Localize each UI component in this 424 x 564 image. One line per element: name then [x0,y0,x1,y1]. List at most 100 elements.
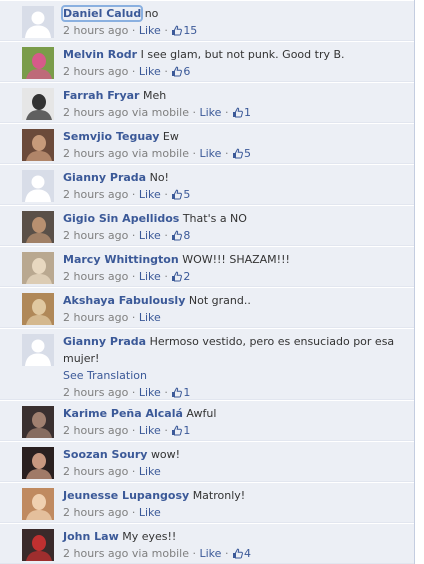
comment-author-link[interactable]: Melvin Rodr [63,48,137,61]
comment-timestamp[interactable]: 2 hours ago [63,65,128,78]
like-button[interactable]: Like [200,547,222,560]
comment-timestamp[interactable]: 2 hours ago [63,465,128,478]
like-count[interactable]: 15 [171,24,197,37]
profile-photo-icon [22,129,54,161]
like-button[interactable]: Like [139,270,161,283]
avatar[interactable] [22,129,54,161]
comment-meta: 2 hours ago · Like [63,506,161,519]
comment-body: Gigio Sin Apellidos That's a NO 2 hours a… [63,210,404,244]
like-count[interactable]: 1 [171,424,190,437]
comment-text: Not grand.. [188,294,251,307]
comment-timestamp[interactable]: 2 hours ago [63,506,128,519]
separator-dot: · [164,188,168,201]
comment-author-link[interactable]: Gigio Sin Apellidos [63,212,179,225]
avatar[interactable] [22,88,54,120]
like-button[interactable]: Like [200,147,222,160]
separator-dot: · [224,106,229,119]
avatar[interactable] [22,334,54,366]
comment-text: no [144,7,159,20]
like-count-value: 1 [183,424,191,437]
like-count-value: 15 [183,24,198,37]
comment-via: via mobile [131,547,189,560]
comment-timestamp[interactable]: 2 hours ago [63,229,128,242]
like-count[interactable]: 6 [171,65,190,78]
comment-body: Melvin Rodr I see glam, but not punk. Go… [63,46,404,80]
like-count[interactable]: 1 [171,386,190,399]
comment-item: Gianny Prada No! 2 hours ago · Like · 5 [0,164,414,205]
comment-item: Gigio Sin Apellidos That's a NO 2 hours a… [0,205,414,246]
separator-dot: · [164,65,168,78]
comment-author-link[interactable]: Jeunesse Lupangosy [63,489,189,502]
comment-timestamp[interactable]: 2 hours ago [63,386,128,399]
comment-author-link[interactable]: Soozan Soury [63,448,147,461]
default-avatar-icon [22,170,54,202]
comment-item: Marcy Whittington WOW!!! SHAZAM!!! 2 hour… [0,246,414,287]
comment-author-link[interactable]: Gianny Prada [63,335,146,348]
like-button[interactable]: Like [139,386,161,399]
thumbs-up-icon [172,387,183,398]
like-button[interactable]: Like [139,188,161,201]
like-count[interactable]: 2 [171,270,190,283]
comment-timestamp[interactable]: 2 hours ago [63,424,128,437]
like-button[interactable]: Like [139,465,161,478]
avatar[interactable] [22,447,54,479]
comment-item: Soozan Soury wow! 2 hours ago · Like [0,441,414,482]
comment-author-link[interactable]: Akshaya Fabulously [63,294,185,307]
like-count[interactable]: 4 [232,547,251,560]
avatar[interactable] [22,488,54,520]
thumbs-up-icon [232,548,243,559]
like-count[interactable]: 8 [171,229,190,242]
avatar[interactable] [22,406,54,438]
see-translation-link[interactable]: See Translation [63,369,147,382]
comment-timestamp[interactable]: 2 hours ago [63,24,128,37]
comment-timestamp[interactable]: 2 hours ago [63,311,128,324]
comment-author-link[interactable]: Daniel Calud [60,5,144,22]
comment-text: I see glam, but not punk. Good try B. [140,48,345,61]
thumbs-up-icon [172,25,183,36]
comment-timestamp[interactable]: 2 hours ago [63,147,128,160]
separator-dot: · [131,386,136,399]
like-button[interactable]: Like [200,106,222,119]
avatar[interactable] [22,6,54,38]
comment-text: wow! [150,448,181,461]
comment-meta: 2 hours ago · Like · 2 [63,270,190,283]
comment-meta: 2 hours ago · Like · 5 [63,188,190,201]
like-count[interactable]: 1 [232,106,251,119]
avatar[interactable] [22,529,54,561]
comment-meta: 2 hours ago · Like · 15 [63,24,197,37]
comment-item: Semvjio Teguay Ew 2 hours ago via mobile … [0,123,414,164]
like-count[interactable]: 5 [232,147,251,160]
avatar[interactable] [22,252,54,284]
comment-author-link[interactable]: John Law [63,530,119,543]
like-count-value: 5 [183,188,191,201]
comment-timestamp[interactable]: 2 hours ago [63,106,128,119]
like-button[interactable]: Like [139,424,161,437]
like-count[interactable]: 5 [171,188,190,201]
comment-timestamp[interactable]: 2 hours ago [63,188,128,201]
avatar[interactable] [22,47,54,79]
separator-dot: · [192,547,197,560]
comment-author-link[interactable]: Semvjio Teguay [63,130,159,143]
like-button[interactable]: Like [139,24,161,37]
comment-author-link[interactable]: Farrah Fryar [63,89,139,102]
comment-item: Melvin Rodr I see glam, but not punk. Go… [0,41,414,82]
avatar[interactable] [22,211,54,243]
like-button[interactable]: Like [139,65,161,78]
comment-body: Semvjio Teguay Ew 2 hours ago via mobile … [63,128,404,162]
comment-via: via mobile [131,147,189,160]
comment-author-link[interactable]: Marcy Whittington [63,253,179,266]
comment-timestamp[interactable]: 2 hours ago [63,547,128,560]
comment-timestamp[interactable]: 2 hours ago [63,270,128,283]
avatar[interactable] [22,170,54,202]
comment-text: Matronly! [192,489,246,502]
like-button[interactable]: Like [139,506,161,519]
separator-dot: · [192,106,197,119]
avatar[interactable] [22,293,54,325]
comment-author-link[interactable]: Gianny Prada [63,171,146,184]
comment-meta: 2 hours ago · Like · 1 [63,424,190,437]
separator-dot: · [131,229,136,242]
comments-feed: Daniel Calud no 2 hours ago · Like · 15 Me… [0,0,415,564]
like-button[interactable]: Like [139,311,161,324]
comment-author-link[interactable]: Karime Peña Alcalá [63,407,183,420]
like-button[interactable]: Like [139,229,161,242]
